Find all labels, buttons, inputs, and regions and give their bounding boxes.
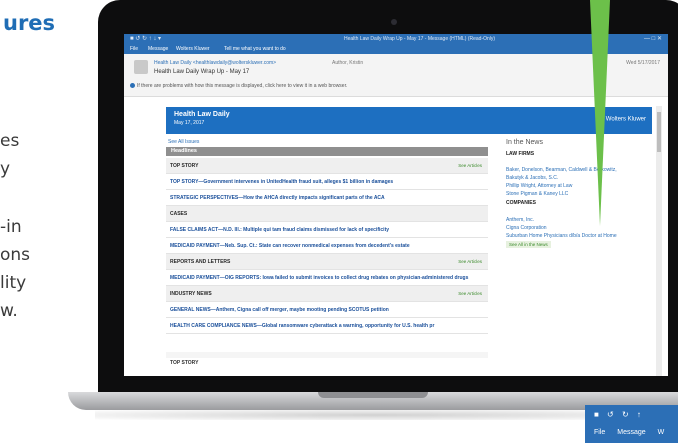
subject: Health Law Daily Wrap Up - May 17	[154, 69, 250, 75]
company-link[interactable]: Anthem, Inc.	[506, 217, 534, 223]
sender[interactable]: Health Law Daily <healthlawdaily@wolters…	[154, 60, 276, 66]
thumbnail-tabs: File Message W	[594, 429, 674, 436]
company-link[interactable]: Cigna Corporation	[506, 225, 547, 231]
list-item[interactable]: MEDICAID PAYMENT—OIG REPORTS: Iowa faile…	[166, 270, 488, 286]
green-pointer-icon	[590, 0, 610, 226]
laptop-notch	[318, 392, 428, 398]
info-icon	[130, 83, 135, 89]
story-link[interactable]: MEDICAID PAYMENT—Neb. Sup. Ct.: State ca…	[170, 243, 410, 249]
list-item[interactable]: HEALTH CARE COMPLIANCE NEWS—Global ranso…	[166, 318, 488, 334]
copy-fragment: es	[0, 131, 20, 151]
list-item[interactable]: STRATEGIC PERSPECTIVES—How the AHCA dire…	[166, 190, 488, 206]
newsletter-title: Health Law Daily	[174, 111, 230, 118]
see-articles-link[interactable]: See Articles	[458, 291, 482, 296]
law-firm-link[interactable]: Bakutyk & Jacobs, S.C.	[506, 175, 558, 181]
tell-me-box[interactable]: Tell me what you want to do	[224, 46, 286, 52]
in-the-news-heading: In the News	[506, 139, 543, 146]
see-articles-link[interactable]: See Articles	[458, 163, 482, 168]
see-all-issues-link[interactable]: See All Issues	[168, 139, 199, 145]
newsletter-date: May 17, 2017	[174, 120, 205, 126]
thumbnail-tab: W	[657, 429, 665, 436]
avatar	[134, 60, 148, 74]
window-controls[interactable]: — □ ✕	[644, 35, 662, 42]
ribbon-zoom-thumbnail: ■ ↺ ↻ ↑ File Message W	[585, 405, 678, 443]
section-header: TOP STORY See Articles	[166, 158, 488, 174]
info-bar[interactable]: If there are problems with how this mess…	[130, 83, 347, 89]
law-firm-link[interactable]: Stone Pigman & Kaney LLC	[506, 191, 568, 197]
list-item[interactable]: FALSE CLAIMS ACT—N.D. Ill.: Multiple qui…	[166, 222, 488, 238]
section-label: REPORTS AND LETTERS	[170, 259, 231, 265]
quick-access-toolbar[interactable]: ■ ↺ ↻ ↑ ↓ ▾	[130, 35, 161, 42]
list-item[interactable]: MEDICAID PAYMENT—Neb. Sup. Ct.: State ca…	[166, 238, 488, 254]
headlines-label: Headlines	[171, 148, 197, 154]
thumbnail-tab: Message	[617, 429, 646, 436]
see-all-news-button[interactable]: See All in the News	[506, 241, 551, 248]
story-link[interactable]: HEALTH CARE COMPLIANCE NEWS—Global ranso…	[170, 323, 434, 329]
info-bar-text: If there are problems with how this mess…	[137, 83, 348, 89]
thumbnail-tab: File	[594, 429, 606, 436]
laptop-shadow	[95, 410, 655, 420]
see-articles-link[interactable]: See Articles	[458, 259, 482, 264]
section-divider	[166, 352, 488, 358]
in-the-news-panel: In the News LAW FIRMS Baker, Donelson, B…	[506, 139, 652, 289]
copy-fragment: lity	[0, 273, 27, 293]
story-link[interactable]: TOP STORY—Government intervenes in Unite…	[170, 179, 393, 185]
list-item[interactable]: GENERAL NEWS—Anthem, Cigna call off merg…	[166, 302, 488, 318]
tab-message[interactable]: Message	[148, 46, 168, 52]
headlines-bar: Headlines	[166, 147, 488, 156]
story-link[interactable]: GENERAL NEWS—Anthem, Cigna call off merg…	[170, 307, 389, 313]
copy-fragment: y	[0, 159, 11, 179]
tab-wolters-kluwer[interactable]: Wolters Kluwer	[176, 46, 210, 52]
list-item[interactable]: TOP STORY—Government intervenes in Unite…	[166, 174, 488, 190]
recipient: Author, Kristin	[332, 60, 364, 66]
law-firms-label: LAW FIRMS	[506, 151, 535, 157]
tab-file[interactable]: File	[130, 46, 138, 52]
story-list: TOP STORY See Articles TOP STORY—Governm…	[166, 158, 488, 334]
thumbnail-quick-access: ■ ↺ ↻ ↑	[594, 410, 644, 419]
section-label: TOP STORY	[170, 163, 199, 169]
scrollbar[interactable]	[656, 106, 662, 376]
next-section-label: TOP STORY	[170, 360, 199, 366]
law-firm-link[interactable]: Phillip Wright, Attorney at Law	[506, 183, 572, 189]
story-link[interactable]: FALSE CLAIMS ACT—N.D. Ill.: Multiple qui…	[170, 227, 389, 233]
window-title: Health Law Daily Wrap Up - May 17 - Mess…	[344, 36, 496, 42]
copy-fragment: w.	[0, 301, 18, 321]
scrollbar-thumb[interactable]	[657, 112, 661, 152]
story-link[interactable]: MEDICAID PAYMENT—OIG REPORTS: Iowa faile…	[170, 275, 468, 281]
section-header: CASES	[166, 206, 488, 222]
marketing-heading: ures	[3, 11, 56, 35]
section-header: INDUSTRY NEWS See Articles	[166, 286, 488, 302]
section-label: INDUSTRY NEWS	[170, 291, 212, 297]
camera-icon	[391, 19, 397, 25]
copy-fragment: -in	[0, 217, 22, 237]
section-label: CASES	[170, 211, 188, 217]
section-header: REPORTS AND LETTERS See Articles	[166, 254, 488, 270]
story-link[interactable]: STRATEGIC PERSPECTIVES—How the AHCA dire…	[170, 195, 385, 201]
companies-label: COMPANIES	[506, 200, 536, 206]
received-date: Wed 5/17/2017	[626, 60, 660, 66]
copy-fragment: ons	[0, 245, 31, 265]
